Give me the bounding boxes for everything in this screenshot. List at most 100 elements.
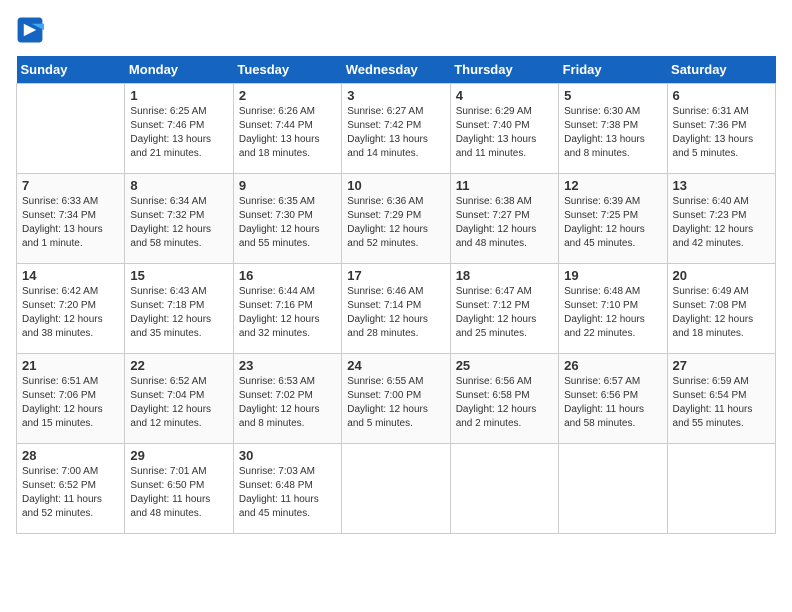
cell-info: Sunrise: 6:25 AMSunset: 7:46 PMDaylight:… [130,105,227,161]
date-number: 14 [22,268,119,283]
cell-info: Sunrise: 6:51 AMSunset: 7:06 PMDaylight:… [22,375,119,431]
date-number: 13 [673,178,770,193]
date-number: 27 [673,358,770,373]
calendar-cell: 16 Sunrise: 6:44 AMSunset: 7:16 PMDayligh… [233,264,341,354]
cell-info: Sunrise: 6:34 AMSunset: 7:32 PMDaylight:… [130,195,227,251]
cell-info: Sunrise: 6:52 AMSunset: 7:04 PMDaylight:… [130,375,227,431]
date-number: 26 [564,358,661,373]
date-number: 2 [239,88,336,103]
date-number: 29 [130,448,227,463]
date-number: 20 [673,268,770,283]
date-number: 23 [239,358,336,373]
date-number: 11 [456,178,553,193]
date-number: 19 [564,268,661,283]
date-number: 1 [130,88,227,103]
calendar-cell: 29Sunrise: 7:01 AMSunset: 6:50 PMDayligh… [125,444,233,534]
logo [16,16,48,44]
cell-info: Sunrise: 6:27 AMSunset: 7:42 PMDaylight:… [347,105,444,161]
calendar-cell: 20 Sunrise: 6:49 AMSunset: 7:08 PMDayligh… [667,264,775,354]
date-number: 4 [456,88,553,103]
calendar-cell: 24Sunrise: 6:55 AMSunset: 7:00 PMDayligh… [342,354,450,444]
cell-info: Sunrise: 6:48 AMSunset: 7:10 PMDaylight:… [564,285,661,341]
cell-info: Sunrise: 6:31 AMSunset: 7:36 PMDaylight:… [673,105,770,161]
calendar-cell: 13 Sunrise: 6:40 AMSunset: 7:23 PMDayligh… [667,174,775,264]
calendar-cell [17,84,125,174]
calendar-cell: 10 Sunrise: 6:36 AMSunset: 7:29 PMDayligh… [342,174,450,264]
calendar-cell: 27 Sunrise: 6:59 AMSunset: 6:54 PMDayligh… [667,354,775,444]
calendar-cell: 25 Sunrise: 6:56 AMSunset: 6:58 PMDayligh… [450,354,558,444]
day-header-monday: Monday [125,56,233,84]
cell-info: Sunrise: 6:38 AMSunset: 7:27 PMDaylight:… [456,195,553,251]
date-number: 15 [130,268,227,283]
calendar-cell: 12 Sunrise: 6:39 AMSunset: 7:25 PMDayligh… [559,174,667,264]
calendar-cell [559,444,667,534]
calendar-cell [342,444,450,534]
cell-info: Sunrise: 6:39 AMSunset: 7:25 PMDaylight:… [564,195,661,251]
calendar-week-1: 1 Sunrise: 6:25 AMSunset: 7:46 PMDaylight… [17,84,776,174]
calendar-cell [450,444,558,534]
date-number: 3 [347,88,444,103]
day-header-wednesday: Wednesday [342,56,450,84]
cell-info: Sunrise: 6:49 AMSunset: 7:08 PMDaylight:… [673,285,770,341]
calendar-cell: 5 Sunrise: 6:30 AMSunset: 7:38 PMDaylight… [559,84,667,174]
calendar-week-5: 28 Sunrise: 7:00 AMSunset: 6:52 PMDayligh… [17,444,776,534]
date-number: 25 [456,358,553,373]
cell-info: Sunrise: 6:35 AMSunset: 7:30 PMDaylight:… [239,195,336,251]
calendar-week-3: 14 Sunrise: 6:42 AMSunset: 7:20 PMDayligh… [17,264,776,354]
cell-info: Sunrise: 6:30 AMSunset: 7:38 PMDaylight:… [564,105,661,161]
cell-info: Sunrise: 6:56 AMSunset: 6:58 PMDaylight:… [456,375,553,431]
date-number: 17 [347,268,444,283]
cell-info: Sunrise: 6:42 AMSunset: 7:20 PMDaylight:… [22,285,119,341]
calendar-cell: 30 Sunrise: 7:03 AMSunset: 6:48 PMDayligh… [233,444,341,534]
date-number: 30 [239,448,336,463]
day-header-friday: Friday [559,56,667,84]
calendar-cell: 2Sunrise: 6:26 AMSunset: 7:44 PMDaylight… [233,84,341,174]
date-number: 10 [347,178,444,193]
date-number: 22 [130,358,227,373]
calendar-week-2: 7 Sunrise: 6:33 AMSunset: 7:34 PMDaylight… [17,174,776,264]
calendar-cell: 26 Sunrise: 6:57 AMSunset: 6:56 PMDayligh… [559,354,667,444]
calendar-cell: 11 Sunrise: 6:38 AMSunset: 7:27 PMDayligh… [450,174,558,264]
calendar-cell: 19 Sunrise: 6:48 AMSunset: 7:10 PMDayligh… [559,264,667,354]
calendar-header-row: SundayMondayTuesdayWednesdayThursdayFrid… [17,56,776,84]
cell-info: Sunrise: 6:46 AMSunset: 7:14 PMDaylight:… [347,285,444,341]
date-number: 7 [22,178,119,193]
cell-info: Sunrise: 6:44 AMSunset: 7:16 PMDaylight:… [239,285,336,341]
date-number: 8 [130,178,227,193]
calendar-cell: 3 Sunrise: 6:27 AMSunset: 7:42 PMDaylight… [342,84,450,174]
date-number: 28 [22,448,119,463]
logo-icon [16,16,44,44]
cell-info: Sunrise: 7:00 AMSunset: 6:52 PMDaylight:… [22,465,119,521]
calendar-cell: 15 Sunrise: 6:43 AMSunset: 7:18 PMDayligh… [125,264,233,354]
day-header-tuesday: Tuesday [233,56,341,84]
page-header [16,16,776,44]
date-number: 21 [22,358,119,373]
cell-info: Sunrise: 6:36 AMSunset: 7:29 PMDaylight:… [347,195,444,251]
day-header-thursday: Thursday [450,56,558,84]
cell-info: Sunrise: 6:40 AMSunset: 7:23 PMDaylight:… [673,195,770,251]
calendar-cell: 18 Sunrise: 6:47 AMSunset: 7:12 PMDayligh… [450,264,558,354]
cell-info: Sunrise: 6:29 AMSunset: 7:40 PMDaylight:… [456,105,553,161]
cell-info: Sunrise: 7:03 AMSunset: 6:48 PMDaylight:… [239,465,336,521]
calendar-cell: 21 Sunrise: 6:51 AMSunset: 7:06 PMDayligh… [17,354,125,444]
date-number: 18 [456,268,553,283]
calendar-cell: 23 Sunrise: 6:53 AMSunset: 7:02 PMDayligh… [233,354,341,444]
cell-info: Sunrise: 6:47 AMSunset: 7:12 PMDaylight:… [456,285,553,341]
calendar-cell: 9Sunrise: 6:35 AMSunset: 7:30 PMDaylight… [233,174,341,264]
date-number: 12 [564,178,661,193]
calendar-week-4: 21 Sunrise: 6:51 AMSunset: 7:06 PMDayligh… [17,354,776,444]
date-number: 16 [239,268,336,283]
cell-info: Sunrise: 6:43 AMSunset: 7:18 PMDaylight:… [130,285,227,341]
calendar-table: SundayMondayTuesdayWednesdayThursdayFrid… [16,56,776,534]
day-header-saturday: Saturday [667,56,775,84]
cell-info: Sunrise: 6:59 AMSunset: 6:54 PMDaylight:… [673,375,770,431]
cell-info: Sunrise: 6:53 AMSunset: 7:02 PMDaylight:… [239,375,336,431]
calendar-cell: 17 Sunrise: 6:46 AMSunset: 7:14 PMDayligh… [342,264,450,354]
day-header-sunday: Sunday [17,56,125,84]
calendar-cell: 6Sunrise: 6:31 AMSunset: 7:36 PMDaylight… [667,84,775,174]
calendar-cell: 14 Sunrise: 6:42 AMSunset: 7:20 PMDayligh… [17,264,125,354]
cell-info: Sunrise: 6:33 AMSunset: 7:34 PMDaylight:… [22,195,119,251]
date-number: 5 [564,88,661,103]
cell-info: Sunrise: 6:57 AMSunset: 6:56 PMDaylight:… [564,375,661,431]
calendar-cell: 4 Sunrise: 6:29 AMSunset: 7:40 PMDaylight… [450,84,558,174]
